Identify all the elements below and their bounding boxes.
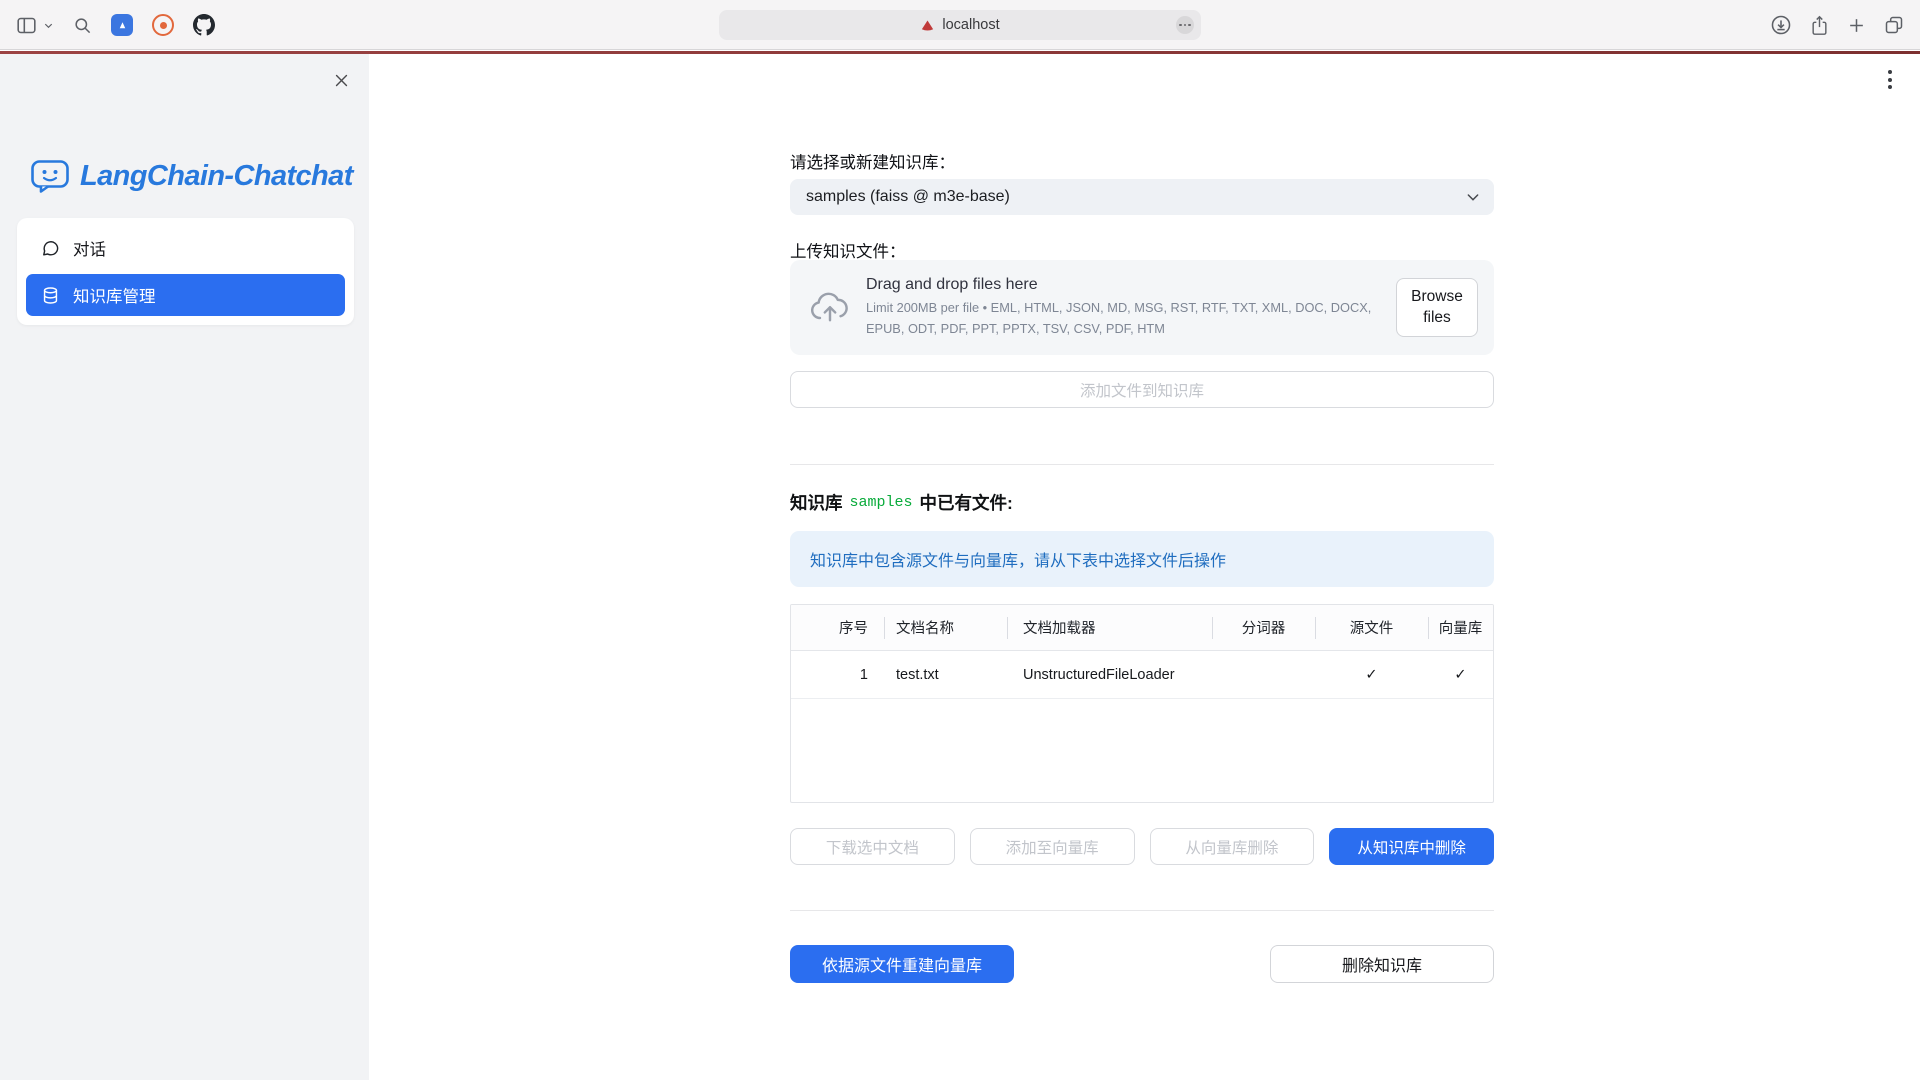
kb-select-value: samples (faiss @ m3e-base) [806,188,1010,206]
kb-files-heading: 知识库 samples 中已有文件: [790,490,1494,515]
cell-doc-name[interactable]: test.txt [884,651,1007,698]
sidebar-item-dialogue[interactable]: 对话 [26,227,345,269]
sidebar-icon [16,15,37,36]
heading-suffix: 中已有文件: [920,490,1013,515]
rebuild-vector-store-button[interactable]: 依据源文件重建向量库 [790,945,1014,983]
col-header-doc-name[interactable]: 文档名称 [884,605,1007,650]
add-to-vector-store-button[interactable]: 添加至向量库 [970,828,1135,865]
remove-from-vector-store-button[interactable]: 从向量库删除 [1150,828,1315,865]
kb-select-label: 请选择或新建知识库： [790,149,1494,173]
main-content: 请选择或新建知识库： samples (faiss @ m3e-base) 上传… [790,54,1494,1080]
files-table[interactable]: 序号 文档名称 文档加载器 分词器 源文件 向量库 1 test.txt Uns… [790,604,1494,803]
divider [790,910,1494,911]
app-menu-button[interactable] [1884,66,1896,93]
col-header-splitter[interactable]: 分词器 [1212,605,1315,650]
cell-source-check[interactable]: ✓ [1315,651,1428,698]
sidebar-item-label: 对话 [73,236,106,260]
kb-select[interactable]: samples (faiss @ m3e-base) [790,179,1494,215]
top-decoration [0,51,1920,54]
app-logo-text: LangChain-Chatchat [80,160,353,193]
extension-blue-icon[interactable] [111,14,133,36]
new-tab-icon[interactable] [1847,16,1866,35]
cloud-upload-icon [810,292,850,324]
app-logo: LangChain-Chatchat [30,158,353,195]
cell-loader[interactable]: UnstructuredFileLoader [1007,651,1212,698]
sidebar-toggle-button[interactable] [16,15,54,36]
browser-toolbar: localhost [0,0,1920,50]
address-url: localhost [942,17,999,33]
chevron-down-icon [1465,189,1481,205]
sidebar-close-button[interactable] [327,66,355,94]
page-settings-icon[interactable] [1176,16,1194,34]
extension-orange-icon[interactable] [152,14,174,36]
kb-name-code: samples [850,494,913,511]
delete-kb-button[interactable]: 删除知识库 [1270,945,1494,983]
divider [790,464,1494,465]
chat-bubble-icon [41,239,60,258]
upload-label: 上传知识文件： [790,238,1494,262]
col-header-source[interactable]: 源文件 [1315,605,1428,650]
col-header-index[interactable]: 序号 [791,605,884,650]
col-header-loader[interactable]: 文档加载器 [1007,605,1212,650]
address-bar[interactable]: localhost [719,10,1201,40]
cell-splitter[interactable] [1212,651,1315,698]
share-icon[interactable] [1810,15,1829,36]
table-action-buttons: 下载选中文档 添加至向量库 从向量库删除 从知识库中删除 [790,828,1494,865]
cell-index[interactable]: 1 [791,651,884,698]
download-selected-button[interactable]: 下载选中文档 [790,828,955,865]
kb-bottom-actions: 依据源文件重建向量库 删除知识库 [790,945,1494,983]
dropzone-title: Drag and drop files here [866,276,1396,294]
sidebar-item-knowledge-base[interactable]: 知识库管理 [26,274,345,316]
dropzone-hint: Limit 200MB per file • EML, HTML, JSON, … [866,298,1386,339]
tab-overview-icon[interactable] [1884,15,1904,35]
downloads-icon[interactable] [1770,14,1792,36]
site-favicon [920,18,935,33]
delete-from-kb-button[interactable]: 从知识库中删除 [1329,828,1494,865]
sidebar: LangChain-Chatchat 对话 知识库管理 [0,54,369,1080]
col-header-vector[interactable]: 向量库 [1428,605,1493,650]
github-extension-icon[interactable] [193,14,215,36]
table-header-row: 序号 文档名称 文档加载器 分词器 源文件 向量库 [791,605,1493,651]
browse-files-button[interactable]: Browse files [1396,278,1478,337]
chevron-down-icon [43,20,54,31]
cell-vector-check[interactable]: ✓ [1428,651,1493,698]
file-uploader-dropzone[interactable]: Drag and drop files here Limit 200MB per… [790,260,1494,355]
add-files-to-kb-button[interactable]: 添加文件到知识库 [790,371,1494,408]
table-row[interactable]: 1 test.txt UnstructuredFileLoader ✓ ✓ [791,651,1493,699]
heading-prefix: 知识库 [790,490,843,515]
info-banner: 知识库中包含源文件与向量库，请从下表中选择文件后操作 [790,531,1494,587]
sidebar-item-label: 知识库管理 [73,283,156,307]
sidebar-nav: 对话 知识库管理 [17,218,354,325]
search-button[interactable] [73,16,92,35]
chatbot-logo-icon [30,158,70,195]
database-icon [41,286,60,305]
